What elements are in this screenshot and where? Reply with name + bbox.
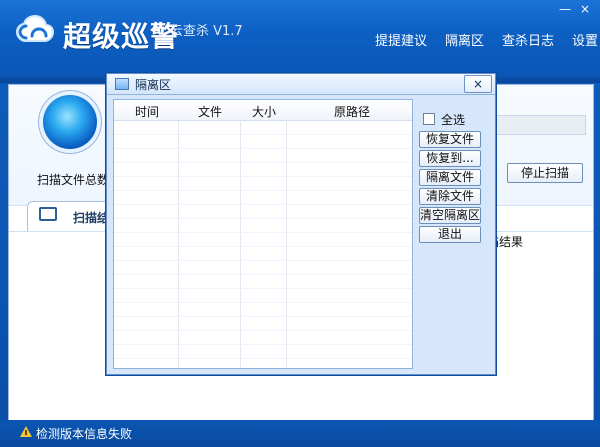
scan-progress-box — [494, 115, 586, 135]
quarantine-dialog: 隔离区 × 时间 文件 大小 原路径 全选 恢复文件 恢复到... 隔离文件 清… — [106, 73, 496, 375]
stop-scan-button[interactable]: 停止扫描 — [507, 163, 583, 183]
restore-file-button[interactable]: 恢复文件 — [419, 131, 481, 148]
tab-scan-results-label: 扫描结 — [73, 211, 110, 225]
dialog-close-button[interactable]: × — [464, 75, 492, 93]
warning-icon-mark — [25, 430, 27, 435]
select-all-label: 全选 — [441, 113, 466, 127]
nav-feedback[interactable]: 提提建议 — [375, 30, 427, 49]
scan-total-label: 扫描文件总数: — [37, 173, 114, 187]
nav-settings[interactable]: 设置 — [572, 30, 598, 49]
cloud-logo-icon — [15, 14, 55, 42]
col-file[interactable]: 文件 — [198, 103, 222, 120]
app-version: 云查杀 V1.7 — [170, 24, 243, 39]
window-controls: — × — [558, 3, 592, 15]
nav-quarantine[interactable]: 隔离区 — [445, 30, 484, 49]
delete-file-button[interactable]: 清除文件 — [419, 188, 481, 205]
radar-icon — [43, 95, 97, 149]
col-time[interactable]: 时间 — [135, 103, 159, 120]
list-grid — [114, 120, 412, 368]
app-title: 超级巡警 — [63, 20, 180, 53]
quarantine-icon — [115, 78, 129, 90]
monitor-icon — [39, 207, 57, 221]
app-window: 超级巡警 云查杀 V1.7 提提建议 隔离区 查杀日志 设置 — × 扫描文件总… — [0, 0, 600, 447]
col-size[interactable]: 大小 — [252, 103, 276, 120]
nav-scan-log[interactable]: 查杀日志 — [502, 30, 554, 49]
top-nav: 提提建议 隔离区 查杀日志 设置 — [375, 30, 598, 49]
dialog-title: 隔离区 — [135, 78, 172, 92]
exit-button[interactable]: 退出 — [419, 226, 481, 243]
list-header: 时间 文件 大小 原路径 — [114, 100, 412, 121]
minimize-button[interactable]: — — [558, 3, 572, 15]
select-all-checkbox[interactable] — [423, 113, 435, 125]
clear-quarantine-button[interactable]: 清空隔离区 — [419, 207, 481, 224]
restore-to-button[interactable]: 恢复到... — [419, 150, 481, 167]
col-path[interactable]: 原路径 — [334, 103, 370, 120]
quarantine-list[interactable]: 时间 文件 大小 原路径 — [113, 99, 413, 369]
close-button[interactable]: × — [578, 3, 592, 15]
quarantine-file-button[interactable]: 隔离文件 — [419, 169, 481, 186]
status-message: 检测版本信息失败 — [36, 427, 133, 441]
